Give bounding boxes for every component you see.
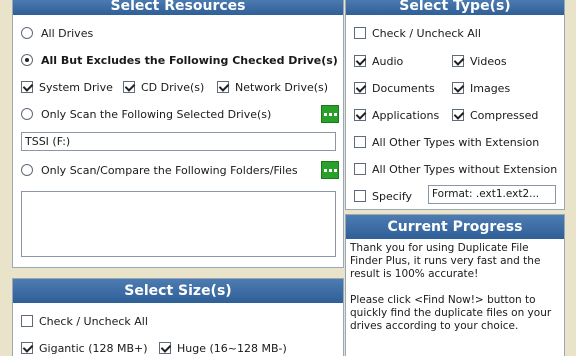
progress-line-3: result is 100% accurate! <box>350 268 479 280</box>
compressed-checkbox[interactable]: Compressed <box>452 107 538 123</box>
resources-panel: Select Resources All Drives All But Excl… <box>12 0 344 268</box>
gigantic-checkbox[interactable]: Gigantic (128 MB+) <box>21 340 148 356</box>
checkbox-icon <box>354 190 366 202</box>
all-drives-radio[interactable]: All Drives <box>21 25 93 41</box>
audio-checkbox[interactable]: Audio <box>354 53 403 69</box>
checkbox-checked-icon <box>452 109 464 121</box>
progress-line-4: Please click <Find Now!> button to <box>350 294 536 306</box>
network-drive-label: Network Drive(s) <box>235 80 329 94</box>
progress-line-2: Finder Plus, it runs very fast and the <box>350 255 541 267</box>
images-checkbox[interactable]: Images <box>452 80 510 96</box>
checkbox-checked-icon <box>452 82 464 94</box>
other-without-ext-label: All Other Types without Extension <box>372 162 558 176</box>
applications-checkbox[interactable]: Applications <box>354 107 439 123</box>
size-check-all-checkbox[interactable]: Check / Uncheck All <box>21 313 148 329</box>
network-drive-checkbox[interactable]: Network Drive(s) <box>217 79 328 95</box>
types-check-all-label: Check / Uncheck All <box>372 26 481 40</box>
progress-line-1: Thank you for using Duplicate File <box>350 242 529 254</box>
videos-label: Videos <box>470 54 507 68</box>
audio-label: Audio <box>372 54 404 68</box>
other-with-ext-checkbox[interactable]: All Other Types with Extension <box>354 134 539 150</box>
only-scan-drives-label: Only Scan the Following Selected Drive(s… <box>41 107 272 121</box>
folders-list[interactable] <box>21 191 336 257</box>
size-check-all-label: Check / Uncheck All <box>39 314 148 328</box>
huge-label: Huge (16~128 MB-) <box>177 341 287 355</box>
only-scan-drives-radio[interactable]: Only Scan the Following Selected Drive(s… <box>21 106 271 122</box>
checkbox-icon <box>354 27 366 39</box>
dots-icon <box>323 168 327 172</box>
checkbox-icon <box>354 163 366 175</box>
all-but-radio[interactable]: All But Excludes the Following Checked D… <box>21 52 338 68</box>
selected-drive-field[interactable]: TSSI (F:) <box>21 132 336 151</box>
images-label: Images <box>470 81 511 95</box>
specify-label: Specify <box>372 189 413 203</box>
radio-icon <box>21 27 33 39</box>
progress-line-6: drives according to your choice. <box>350 320 519 332</box>
only-scan-folders-label: Only Scan/Compare the Following Folders/… <box>41 163 298 177</box>
checkbox-checked-icon <box>217 81 229 93</box>
dots-icon <box>323 112 327 116</box>
cd-drive-checkbox[interactable]: CD Drive(s) <box>123 79 204 95</box>
checkbox-checked-icon <box>21 342 33 354</box>
browse-folders-button[interactable] <box>321 161 339 179</box>
checkbox-checked-icon <box>452 55 464 67</box>
videos-checkbox[interactable]: Videos <box>452 53 507 69</box>
progress-title: Current Progress <box>346 215 564 239</box>
resources-title: Select Resources <box>13 0 343 15</box>
checkbox-checked-icon <box>159 342 171 354</box>
only-scan-folders-radio[interactable]: Only Scan/Compare the Following Folders/… <box>21 162 298 178</box>
checkbox-checked-icon <box>354 55 366 67</box>
all-drives-label: All Drives <box>41 26 94 40</box>
documents-label: Documents <box>372 81 435 95</box>
specify-checkbox[interactable]: Specify <box>354 188 412 204</box>
types-check-all-checkbox[interactable]: Check / Uncheck All <box>354 25 481 41</box>
checkbox-icon <box>354 136 366 148</box>
other-without-ext-checkbox[interactable]: All Other Types without Extension <box>354 161 557 177</box>
size-panel: Select Size(s) Check / Uncheck All Gigan… <box>12 278 344 356</box>
types-title: Select Type(s) <box>346 0 564 15</box>
applications-label: Applications <box>372 108 440 122</box>
system-drive-checkbox[interactable]: System Drive <box>21 79 113 95</box>
cd-drive-label: CD Drive(s) <box>141 80 205 94</box>
other-with-ext-label: All Other Types with Extension <box>372 135 540 149</box>
radio-icon <box>21 108 33 120</box>
progress-message: Thank you for using Duplicate File Finde… <box>350 242 562 333</box>
huge-checkbox[interactable]: Huge (16~128 MB-) <box>159 340 287 356</box>
radio-icon <box>21 164 33 176</box>
specify-format-field[interactable]: Format: .ext1.ext2... <box>428 185 556 204</box>
radio-selected-icon <box>21 54 33 66</box>
progress-line-5: quickly find the duplicate files on your <box>350 307 552 319</box>
gigantic-label: Gigantic (128 MB+) <box>39 341 148 355</box>
checkbox-checked-icon <box>21 81 33 93</box>
all-but-label: All But Excludes the Following Checked D… <box>41 53 338 67</box>
size-title: Select Size(s) <box>13 279 343 303</box>
progress-panel: Current Progress Thank you for using Dup… <box>345 214 565 356</box>
checkbox-checked-icon <box>354 109 366 121</box>
types-panel: Select Type(s) Check / Uncheck All Audio… <box>345 0 565 210</box>
browse-drives-button[interactable] <box>321 105 339 123</box>
checkbox-checked-icon <box>354 82 366 94</box>
documents-checkbox[interactable]: Documents <box>354 80 435 96</box>
system-drive-label: System Drive <box>39 80 113 94</box>
checkbox-checked-icon <box>123 81 135 93</box>
compressed-label: Compressed <box>470 108 539 122</box>
checkbox-icon <box>21 315 33 327</box>
